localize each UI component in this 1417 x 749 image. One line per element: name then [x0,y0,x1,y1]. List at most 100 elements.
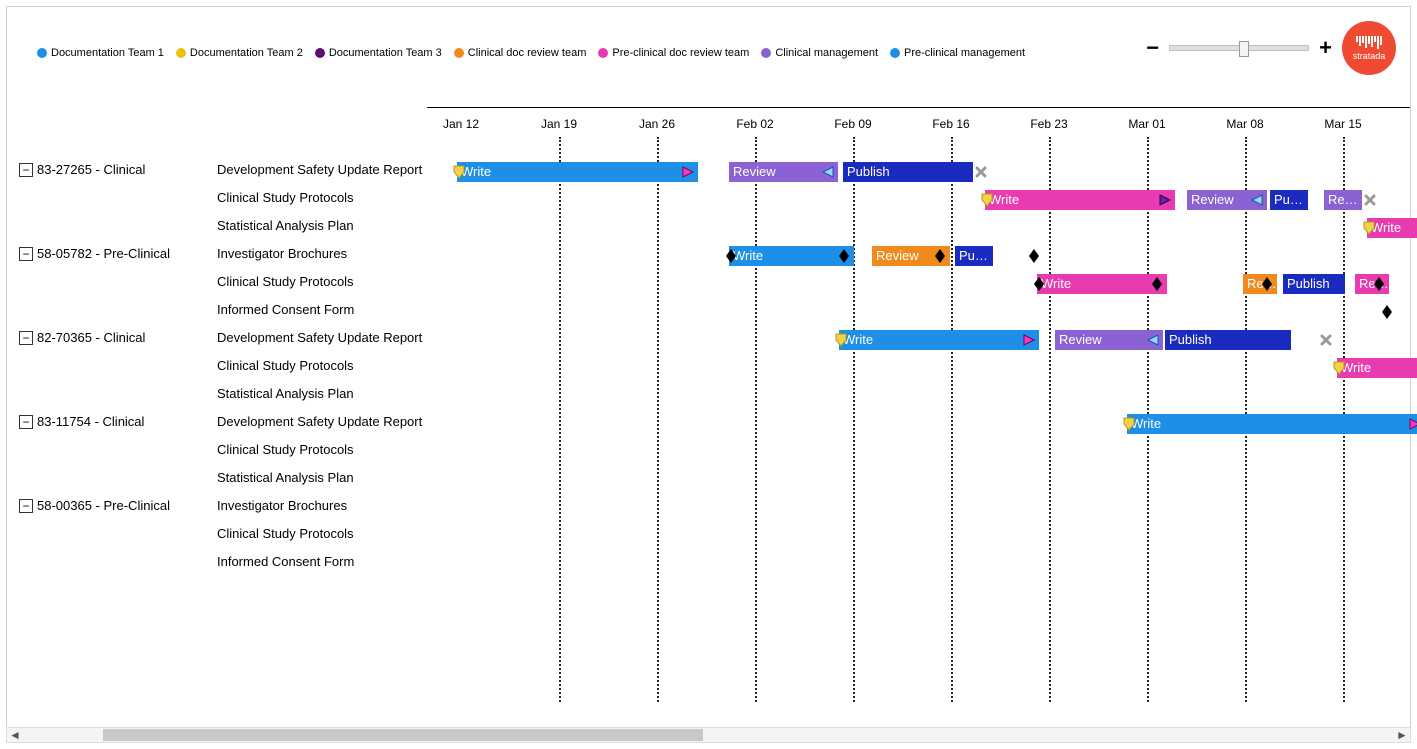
gantt-bar[interactable]: Write [1127,414,1417,434]
legend-item[interactable]: Pre-clinical management [890,47,1025,59]
gridline [1049,137,1051,702]
group-label: −58-05782 - Pre-Clinical [19,246,170,261]
task-label: Development Safety Update Report [217,330,422,345]
tick-label: Mar 08 [1226,117,1263,131]
gantt-bar[interactable]: Publish [1283,274,1345,294]
tick-label: Jan 19 [541,117,577,131]
legend-label: Clinical doc review team [468,47,587,59]
legend-swatch-icon [315,48,325,58]
task-label: Clinical Study Protocols [217,442,354,457]
task-label: Informed Consent Form [217,554,354,569]
legend-item[interactable]: Clinical doc review team [454,47,587,59]
group-label: −58-00365 - Pre-Clinical [19,498,170,513]
legend-label: Documentation Team 3 [329,47,442,59]
gantt-bar[interactable]: Review [729,162,838,182]
gridline [951,137,953,702]
zoom-in-icon[interactable]: + [1319,35,1332,61]
task-label: Investigator Brochures [217,246,347,261]
tick-label: Mar 01 [1128,117,1165,131]
gridline [657,137,659,702]
group-label: −82-70365 - Clinical [19,330,145,345]
legend-swatch-icon [454,48,464,58]
gantt-bar[interactable]: Review [1055,330,1163,350]
tick-label: Feb 23 [1030,117,1067,131]
collapse-icon[interactable]: − [19,247,33,261]
group-name: 58-00365 - Pre-Clinical [37,498,170,513]
gridline [853,137,855,702]
scroll-thumb[interactable] [103,729,703,741]
gantt-bar[interactable]: Write [1037,274,1167,294]
chart-frame: Documentation Team 1 Documentation Team 2… [6,6,1411,743]
zoom-control[interactable]: − + [1146,35,1332,61]
gantt-bar[interactable]: Pu… [955,246,993,266]
legend-label: Pre-clinical doc review team [612,47,749,59]
legend-item[interactable]: Documentation Team 1 [37,47,164,59]
group-name: 58-05782 - Pre-Clinical [37,246,170,261]
group-label: −83-11754 - Clinical [19,414,144,429]
legend: Documentation Team 1 Documentation Team 2… [37,47,1025,59]
horizontal-scrollbar[interactable]: ◄ ► [6,727,1411,743]
task-label: Informed Consent Form [217,302,354,317]
gantt-bar[interactable]: Review [1187,190,1267,210]
gantt-bar[interactable]: Re… [1355,274,1389,294]
gantt-bar[interactable]: Write [729,246,854,266]
gantt-bar[interactable]: Publish [843,162,973,182]
legend-item[interactable]: Clinical management [761,47,878,59]
gantt-bar[interactable]: Review [872,246,950,266]
zoom-track[interactable] [1169,45,1309,51]
legend-label: Documentation Team 2 [190,47,303,59]
collapse-icon[interactable]: − [19,163,33,177]
logo-text: stratada [1353,51,1386,61]
task-label: Clinical Study Protocols [217,358,354,373]
legend-swatch-icon [176,48,186,58]
legend-label: Clinical management [775,47,878,59]
zoom-thumb[interactable] [1239,41,1249,57]
legend-swatch-icon [890,48,900,58]
tick-label: Jan 26 [639,117,675,131]
task-label: Clinical Study Protocols [217,526,354,541]
collapse-icon[interactable]: − [19,331,33,345]
axis-line [427,107,1410,108]
task-label: Investigator Brochures [217,498,347,513]
tick-label: Feb 09 [834,117,871,131]
tick-label: Feb 02 [736,117,773,131]
gantt-bar[interactable]: Pu… [1270,190,1308,210]
tick-label: Feb 16 [932,117,969,131]
collapse-icon[interactable]: − [19,415,33,429]
legend-item[interactable]: Pre-clinical doc review team [598,47,749,59]
legend-swatch-icon [37,48,47,58]
gantt-bar[interactable]: Write [839,330,1039,350]
scroll-right-icon[interactable]: ► [1394,728,1410,742]
gantt-bar[interactable]: Re… [1324,190,1362,210]
group-name: 83-27265 - Clinical [37,162,145,177]
legend-label: Documentation Team 1 [51,47,164,59]
legend-item[interactable]: Documentation Team 3 [315,47,442,59]
gantt-bar[interactable]: Write [1367,218,1417,238]
zoom-out-icon[interactable]: − [1146,35,1159,61]
task-label: Statistical Analysis Plan [217,470,354,485]
group-name: 83-11754 - Clinical [37,414,144,429]
gantt-bar[interactable]: Write [985,190,1175,210]
legend-swatch-icon [761,48,771,58]
gantt-bar[interactable]: Re… [1243,274,1277,294]
legend-label: Pre-clinical management [904,47,1025,59]
legend-item[interactable]: Documentation Team 2 [176,47,303,59]
tick-label: Jan 12 [443,117,479,131]
group-name: 82-70365 - Clinical [37,330,145,345]
task-label: Statistical Analysis Plan [217,218,354,233]
task-label: Development Safety Update Report [217,414,422,429]
task-label: Clinical Study Protocols [217,190,354,205]
scroll-left-icon[interactable]: ◄ [7,728,23,742]
collapse-icon[interactable]: − [19,499,33,513]
task-label: Clinical Study Protocols [217,274,354,289]
stratada-logo: stratada [1342,21,1396,75]
task-label: Statistical Analysis Plan [217,386,354,401]
gantt-bar[interactable]: Write [457,162,698,182]
task-label: Development Safety Update Report [217,162,422,177]
scroll-track[interactable] [23,728,1394,742]
gridline [755,137,757,702]
gridline [559,137,561,702]
gantt-bar[interactable]: Write [1337,358,1417,378]
gantt-bar[interactable]: Publish [1165,330,1291,350]
group-label: −83-27265 - Clinical [19,162,145,177]
